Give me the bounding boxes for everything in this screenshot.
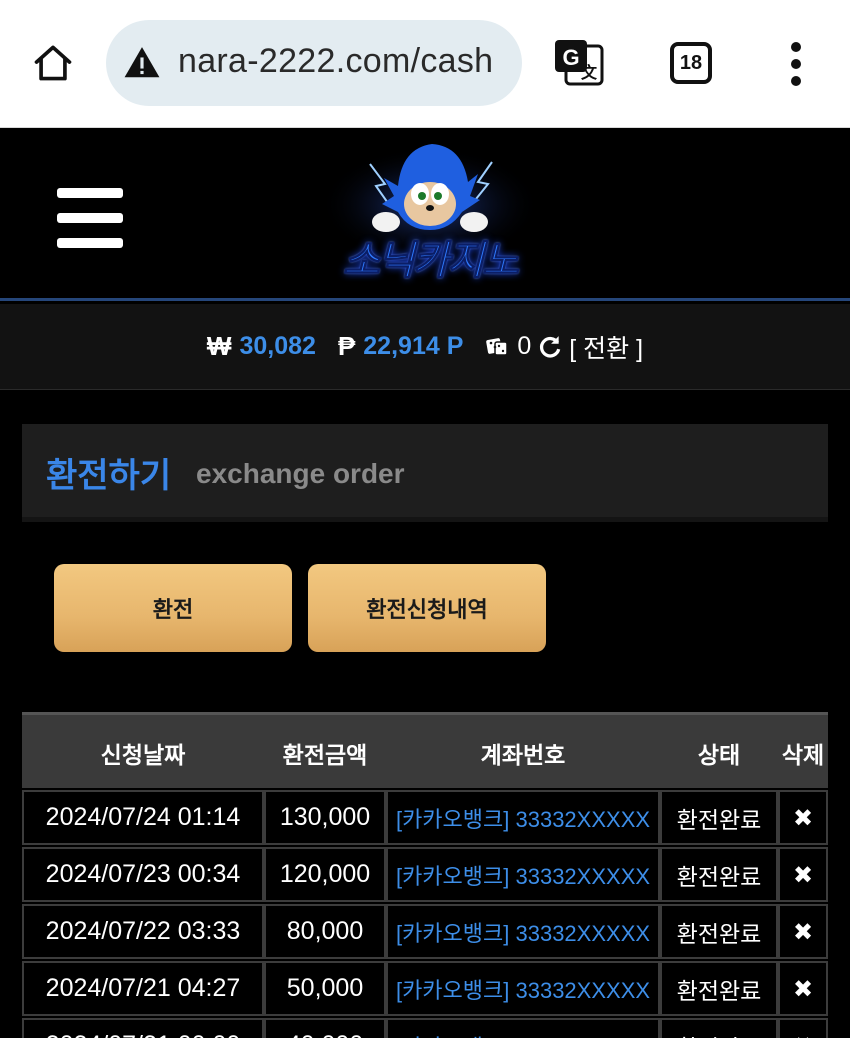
translate-button[interactable]: G 文 xyxy=(552,36,606,90)
close-icon[interactable]: ✖ xyxy=(778,790,828,845)
table-row: 2024/07/23 00:34 120,000 [카카오뱅크] 33332XX… xyxy=(22,847,828,904)
row-amount: 120,000 xyxy=(264,847,386,902)
table-row: 2024/07/21 04:27 50,000 [카카오뱅크] 33332XXX… xyxy=(22,961,828,1018)
row-status: 환전완료 xyxy=(660,1018,778,1038)
browser-toolbar: nara-2222.com/cash G 文 18 xyxy=(0,0,850,128)
address-bar[interactable]: nara-2222.com/cash xyxy=(106,20,522,106)
header-date: 신청날짜 xyxy=(100,743,186,769)
row-date: 2024/07/24 01:14 xyxy=(22,790,264,845)
svg-text:文: 文 xyxy=(581,63,598,82)
table-header: 신청날짜 환전금액 계좌번호 상태 삭제 xyxy=(22,712,828,788)
close-icon[interactable]: ✖ xyxy=(778,1018,828,1038)
exchange-button[interactable]: 환전 xyxy=(54,564,292,652)
row-account: [카카오뱅크] 33332XXXXX xyxy=(386,790,660,845)
dice-icon xyxy=(486,337,509,356)
svg-text:G: G xyxy=(562,45,579,70)
convert-button[interactable]: [ 전환 ] xyxy=(569,329,643,365)
balance-bar: ₩ 30,082 ₱ 22,914 P 0 [ 전환 ] xyxy=(0,304,850,390)
home-button[interactable] xyxy=(28,38,78,88)
close-icon[interactable]: ✖ xyxy=(778,904,828,959)
row-status: 환전완료 xyxy=(660,904,778,959)
home-icon xyxy=(34,45,72,81)
row-date: 2024/07/21 00:00 xyxy=(22,1018,264,1038)
row-account: [카카오뱅크] 33332XXXXX xyxy=(386,904,660,959)
warning-icon[interactable] xyxy=(122,44,162,82)
url-text[interactable]: nara-2222.com/cash xyxy=(178,42,493,81)
header-delete: 삭제 xyxy=(781,743,825,769)
page-title: 환전하기 xyxy=(46,456,172,496)
translate-icon: G 文 xyxy=(555,40,604,86)
row-status: 환전완료 xyxy=(660,961,778,1016)
close-icon[interactable]: ✖ xyxy=(778,847,828,902)
menu-icon[interactable] xyxy=(42,170,138,266)
table-row: 2024/07/24 01:14 130,000 [카카오뱅크] 33332XX… xyxy=(22,790,828,847)
close-icon[interactable]: ✖ xyxy=(778,961,828,1016)
more-vert-icon[interactable] xyxy=(780,40,812,88)
logo-text: 소닉카지노 xyxy=(343,238,520,285)
row-date: 2024/07/21 04:27 xyxy=(22,961,264,1016)
header-status: 상태 xyxy=(697,743,741,769)
exchange-history-button[interactable]: 환전신청내역 xyxy=(308,564,546,652)
exchange-history-table: 신청날짜 환전금액 계좌번호 상태 삭제 2024/07/24 01:14 13… xyxy=(22,712,828,1038)
row-account: [카카오뱅크] 33332XXXXX xyxy=(386,847,660,902)
row-amount: 40,000 xyxy=(264,1018,386,1038)
row-amount: 50,000 xyxy=(264,961,386,1016)
page-title-panel: 환전하기 exchange order xyxy=(22,424,828,522)
table-row: 2024/07/21 00:00 40,000 [카카오뱅크] 33332XXX… xyxy=(22,1018,828,1038)
point-symbol: ₱ xyxy=(337,331,356,361)
site-header: 소닉카지노 xyxy=(0,128,850,301)
tab-switcher-button[interactable]: 18 xyxy=(670,42,712,84)
chip-balance: 0 xyxy=(517,332,532,360)
header-account: 계좌번호 xyxy=(480,743,566,769)
row-date: 2024/07/22 03:33 xyxy=(22,904,264,959)
header-amount: 환전금액 xyxy=(282,743,368,769)
won-balance: 30,082 xyxy=(239,332,316,360)
won-symbol: ₩ xyxy=(206,331,232,361)
point-balance: 22,914 P xyxy=(363,332,464,360)
page-subtitle: exchange order xyxy=(196,458,405,489)
site-logo[interactable]: 소닉카지노 xyxy=(310,134,550,294)
row-status: 환전완료 xyxy=(660,790,778,845)
row-status: 환전완료 xyxy=(660,847,778,902)
row-account: [카카오뱅크] 33332XXXXX xyxy=(386,961,660,1016)
row-account: [카카오뱅크] 33332XXXXX xyxy=(386,1018,660,1038)
refresh-icon[interactable] xyxy=(537,334,563,360)
table-row: 2024/07/22 03:33 80,000 [카카오뱅크] 33332XXX… xyxy=(22,904,828,961)
row-amount: 130,000 xyxy=(264,790,386,845)
row-amount: 80,000 xyxy=(264,904,386,959)
row-date: 2024/07/23 00:34 xyxy=(22,847,264,902)
